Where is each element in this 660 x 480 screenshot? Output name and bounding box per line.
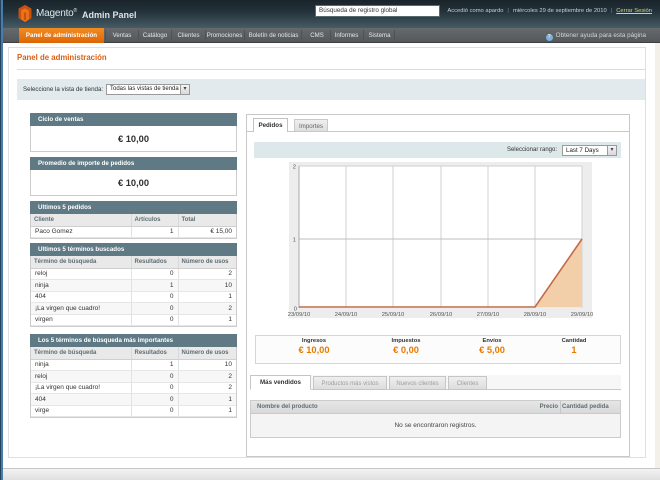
svg-text:2: 2 <box>293 165 296 171</box>
svg-text:29/09/10: 29/09/10 <box>571 312 594 318</box>
svg-text:24/09/10: 24/09/10 <box>335 312 358 318</box>
svg-text:27/09/10: 27/09/10 <box>477 312 500 318</box>
svg-text:1: 1 <box>293 238 296 244</box>
svg-text:25/09/10: 25/09/10 <box>382 312 405 318</box>
svg-text:28/09/10: 28/09/10 <box>524 312 547 318</box>
svg-text:26/09/10: 26/09/10 <box>430 312 453 318</box>
svg-text:23/09/10: 23/09/10 <box>288 312 311 318</box>
